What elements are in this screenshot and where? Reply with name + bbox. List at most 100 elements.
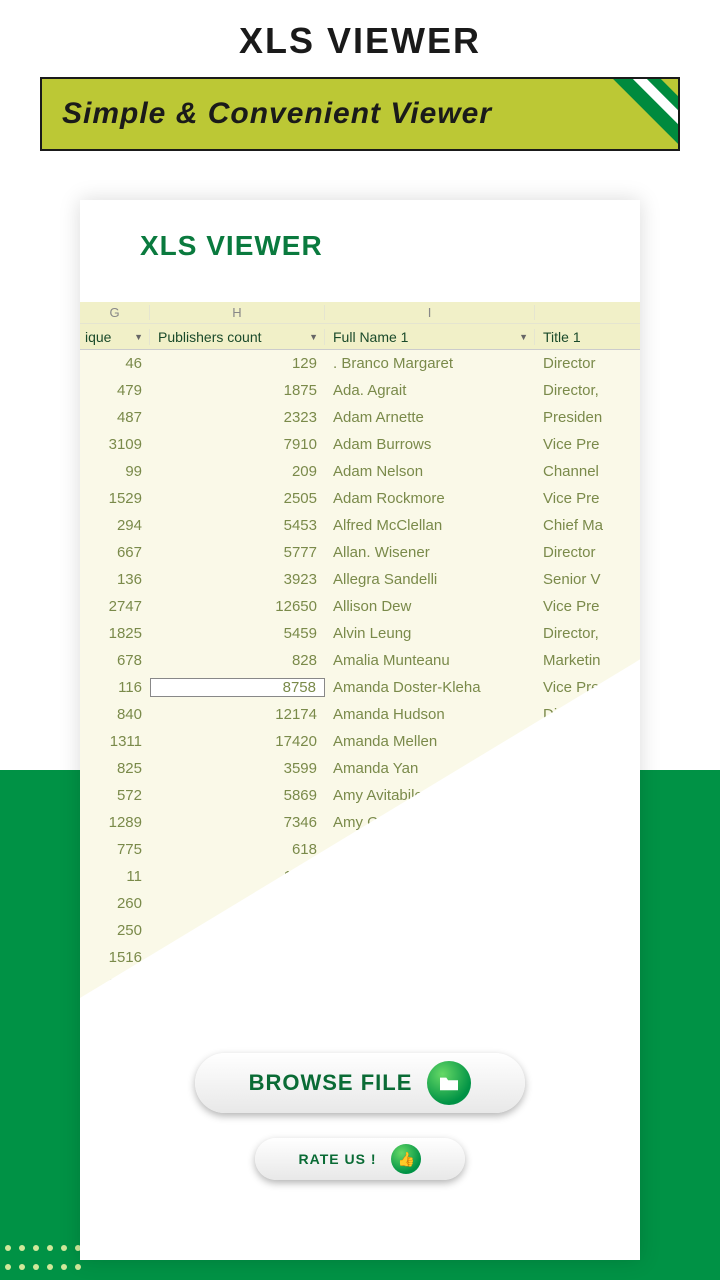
cell[interactable]: Amalia Munteanu: [325, 652, 535, 669]
cell[interactable]: Director,: [535, 625, 640, 642]
table-row[interactable]: 31097910Adam BurrowsVice Pre: [80, 431, 640, 458]
cell[interactable]: 828: [150, 652, 325, 669]
browse-file-button[interactable]: BROWSE FILE: [195, 1053, 525, 1113]
cell[interactable]: 12174: [150, 706, 325, 723]
table-row[interactable]: 4791875Ada. AgraitDirector,: [80, 377, 640, 404]
cell[interactable]: 3923: [150, 571, 325, 588]
cell[interactable]: 11: [80, 868, 150, 885]
cell[interactable]: 5777: [150, 544, 325, 561]
cell[interactable]: 17420: [150, 733, 325, 750]
cell[interactable]: Director: [535, 706, 640, 723]
cell[interactable]: 5453: [150, 517, 325, 534]
cell[interactable]: 99: [80, 463, 150, 480]
cell[interactable]: Director,: [535, 733, 640, 750]
table-row[interactable]: 678828Amalia MunteanuMarketin: [80, 647, 640, 674]
cell[interactable]: 3599: [150, 760, 325, 777]
cell[interactable]: Online M: [535, 760, 640, 777]
table-row[interactable]: 99209Adam NelsonChannel: [80, 458, 640, 485]
cell[interactable]: Adam Arnette: [325, 409, 535, 426]
cell[interactable]: Alfred McClellan: [325, 517, 535, 534]
cell[interactable]: Amanda Doster-Kleha: [325, 679, 535, 696]
cell[interactable]: Allison Dew: [325, 598, 535, 615]
cell[interactable]: 260: [80, 895, 150, 912]
cell[interactable]: 1529: [80, 490, 150, 507]
cell[interactable]: Andrea: [325, 922, 535, 939]
table-row[interactable]: 46129. Branco MargaretDirector: [80, 350, 640, 377]
cell[interactable]: Alvin Leung: [325, 625, 535, 642]
cell[interactable]: 12650: [150, 598, 325, 615]
cell[interactable]: Andi Allendo: [325, 895, 535, 912]
cell[interactable]: 1875: [150, 382, 325, 399]
table-row[interactable]: 775618Amy Spickler: [80, 836, 640, 863]
cell[interactable]: Allegra Sandelli: [325, 571, 535, 588]
table-row[interactable]: 4872323Adam ArnettePresiden: [80, 404, 640, 431]
cell[interactable]: Senior V: [535, 571, 640, 588]
cell[interactable]: 294: [80, 517, 150, 534]
cell[interactable]: 775: [80, 841, 150, 858]
cell[interactable]: Adam Nelson: [325, 463, 535, 480]
cell[interactable]: Vice Pre: [535, 490, 640, 507]
cell[interactable]: Adam Rockmore: [325, 490, 535, 507]
cell[interactable]: 3109: [80, 436, 150, 453]
field-header-fullname[interactable]: Full Name 1 ▼: [325, 329, 535, 345]
cell[interactable]: 209: [150, 463, 325, 480]
table-row[interactable]: 2505483Andrea: [80, 917, 640, 944]
cell[interactable]: Director,: [535, 382, 640, 399]
table-row[interactable]: 1168758Amanda Doster-KlehaVice Pre: [80, 674, 640, 701]
cell[interactable]: Director: [535, 355, 640, 372]
cell[interactable]: 1289: [80, 814, 150, 831]
table-row[interactable]: 26018660Andi Allendo: [80, 890, 640, 917]
cell[interactable]: 1516: [80, 949, 150, 966]
table-row[interactable]: 1363923Allegra SandelliSenior V: [80, 566, 640, 593]
cell[interactable]: 5459: [150, 625, 325, 642]
cell[interactable]: Vice Pre: [535, 679, 640, 696]
cell[interactable]: 250: [80, 922, 150, 939]
cell[interactable]: 2505: [150, 490, 325, 507]
table-row[interactable]: 15167258A: [80, 944, 640, 971]
table-row[interactable]: 8253599Amanda YanOnline M: [80, 755, 640, 782]
cell[interactable]: 825: [80, 760, 150, 777]
cell[interactable]: 46: [80, 355, 150, 372]
cell[interactable]: 8758: [150, 678, 325, 697]
cell[interactable]: Ada. Agrait: [325, 382, 535, 399]
cell[interactable]: 2747: [80, 598, 150, 615]
cell[interactable]: 487: [80, 409, 150, 426]
field-header-title[interactable]: Title 1: [535, 329, 640, 345]
cell[interactable]: Marketin: [535, 652, 640, 669]
cell[interactable]: 129: [150, 355, 325, 372]
cell[interactable]: A: [325, 949, 535, 966]
cell[interactable]: 7258: [150, 949, 325, 966]
cell[interactable]: 1643: [150, 868, 325, 885]
cell[interactable]: Amy Curtis-Mcintyre: [325, 814, 535, 831]
table-row[interactable]: 2945453Alfred McClellanChief Ma: [80, 512, 640, 539]
cell[interactable]: 678: [80, 652, 150, 669]
cell[interactable]: 136: [80, 571, 150, 588]
table-row[interactable]: 274712650Allison DewVice Pre: [80, 593, 640, 620]
field-header-publishers[interactable]: Publishers count ▼: [150, 329, 325, 345]
cell[interactable]: 618: [150, 841, 325, 858]
cell[interactable]: Amanda Mellen: [325, 733, 535, 750]
cell[interactable]: 7910: [150, 436, 325, 453]
cell[interactable]: 840: [80, 706, 150, 723]
cell[interactable]: 572: [80, 787, 150, 804]
cell[interactable]: . Branco Margaret: [325, 355, 535, 372]
cell[interactable]: 667: [80, 544, 150, 561]
cell[interactable]: Amanda Yan: [325, 760, 535, 777]
cell[interactable]: 18660: [150, 895, 325, 912]
table-row[interactable]: 111643Anant Agarwal: [80, 863, 640, 890]
cell[interactable]: 2323: [150, 409, 325, 426]
cell[interactable]: Anant Agarwal: [325, 868, 535, 885]
cell[interactable]: 5483: [150, 922, 325, 939]
table-row[interactable]: 3247: [80, 971, 640, 998]
cell[interactable]: Chief Ma: [535, 517, 640, 534]
cell[interactable]: Allan. Wisener: [325, 544, 535, 561]
cell[interactable]: Vice Pr: [535, 787, 640, 804]
cell[interactable]: Vice Pre: [535, 598, 640, 615]
cell[interactable]: 479: [80, 382, 150, 399]
cell[interactable]: Adam Burrows: [325, 436, 535, 453]
cell[interactable]: Amy Avitabile: [325, 787, 535, 804]
cell[interactable]: 116: [80, 679, 150, 696]
cell[interactable]: Amanda Hudson: [325, 706, 535, 723]
cell[interactable]: Director: [535, 544, 640, 561]
cell[interactable]: Vi: [535, 814, 640, 831]
